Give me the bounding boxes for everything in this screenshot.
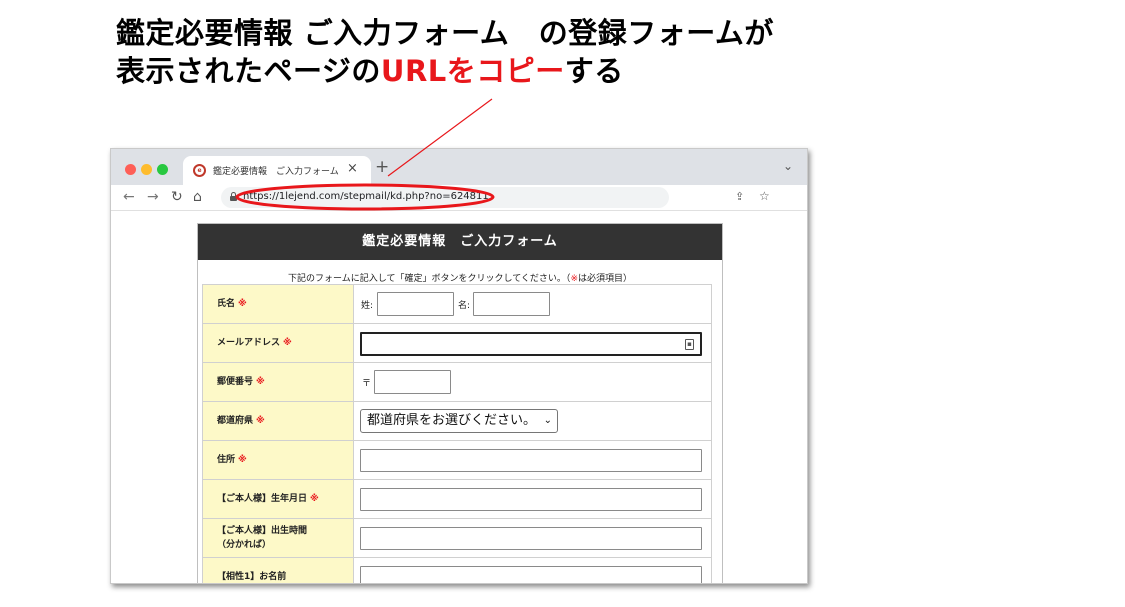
row-birthdate: 【ご本人様】生年月日 ※ [203,480,712,519]
label-postal: 郵便番号 ※ [203,363,354,401]
partner-name-input[interactable] [360,566,702,583]
required-mark: ※ [283,338,292,348]
required-mark: ※ [238,455,247,465]
label-text: 都道府県 [217,416,254,426]
browser-window: e 鑑定必要情報 ご入力フォーム × + ⌄ ← → ↻ ⌂ https://1… [110,148,808,584]
instruction-required-mark: ※ [570,274,578,284]
required-mark: ※ [256,377,265,387]
label-text: 郵便番号 [217,377,254,387]
share-icon[interactable]: ⇪ [735,190,744,203]
chevron-down-icon: ⌄ [543,415,552,426]
navigation-bar: ← → ↻ ⌂ https://1lejend.com/stepmail/kd.… [111,185,807,211]
row-prefecture: 都道府県 ※ 都道府県をお選びください。 ⌄ [203,402,712,441]
tab-title: 鑑定必要情報 ご入力フォーム [213,167,339,177]
label-text: 【相性1】お名前 [217,572,287,582]
row-address: 住所 ※ [203,441,712,480]
row-name: 氏名 ※ 姓: 名: [203,285,712,324]
row-partner-name: 【相性1】お名前 [203,558,712,583]
url-text[interactable]: https://1lejend.com/stepmail/kd.php?no=6… [243,191,489,202]
row-postal: 郵便番号 ※ 〒 [203,363,712,402]
headline-line-2: 表示されたページのURLをコピーする [116,52,774,90]
address-bar[interactable]: https://1lejend.com/stepmail/kd.php?no=6… [221,187,770,208]
value-partner-name [354,558,712,583]
sei-label: 姓: [361,301,374,311]
label-email: メールアドレス ※ [203,324,354,362]
headline-line-1: 鑑定必要情報 ご入力フォーム の登録フォームが [116,16,774,50]
mei-input[interactable] [473,292,550,316]
label-text: 住所 [217,455,236,465]
back-arrow-icon[interactable]: ← [123,188,135,206]
label-birthdate: 【ご本人様】生年月日 ※ [203,480,354,518]
value-address [354,441,712,479]
prefecture-select-value: 都道府県をお選びください。 [367,413,537,428]
row-birthtime: 【ご本人様】出生時間 （分かれば） [203,519,712,558]
required-mark: ※ [238,299,247,309]
form-title: 鑑定必要情報 ご入力フォーム [198,224,722,260]
lock-icon[interactable] [230,192,237,201]
birthdate-input[interactable] [360,488,702,511]
entry-form: 鑑定必要情報 ご入力フォーム 下記のフォームに記入して「確定」ボタンをクリックし… [197,223,723,583]
value-prefecture: 都道府県をお選びください。 ⌄ [354,402,712,440]
close-window-button[interactable] [125,164,136,175]
forward-arrow-icon[interactable]: → [147,188,159,206]
new-tab-button[interactable]: + [375,157,389,177]
email-input[interactable]: ▪ [360,332,702,356]
instruction-tail: は必須項目） [577,274,632,284]
prefecture-select[interactable]: 都道府県をお選びください。 ⌄ [360,409,558,433]
headline-line-2-prefix: 表示されたページの [116,54,381,88]
value-birthtime [354,519,712,557]
mei-label: 名: [458,301,471,311]
star-icon[interactable]: ☆ [759,189,770,203]
value-birthdate [354,480,712,518]
label-partner-name: 【相性1】お名前 [203,558,354,583]
label-address: 住所 ※ [203,441,354,479]
value-name: 姓: 名: [354,285,712,323]
required-mark: ※ [256,416,265,426]
postal-mark: 〒 [362,379,372,389]
headline-highlight: URLをコピー [380,54,565,88]
label-birthtime: 【ご本人様】出生時間 （分かれば） [203,519,354,557]
tab-list-chevron-icon[interactable]: ⌄ [783,159,793,173]
minimize-window-button[interactable] [141,164,152,175]
instruction-main: 下記のフォームに記入して「確定」ボタンをクリックしてください。（ [288,274,571,284]
form-table: 氏名 ※ 姓: 名: メールアドレス ※ ▪ 郵便番号 ※ 〒 都道府県 ※ 都… [202,284,712,583]
birthtime-input[interactable] [360,527,702,550]
sei-input[interactable] [377,292,454,316]
active-tab[interactable]: e 鑑定必要情報 ご入力フォーム × [183,156,371,185]
tab-close-icon[interactable]: × [347,161,358,176]
maximize-window-button[interactable] [157,164,168,175]
contact-card-icon[interactable]: ▪ [685,339,694,350]
headline-line-2-suffix: する [564,54,624,88]
label-text-line-2: （分かれば） [217,540,272,550]
address-input[interactable] [360,449,702,472]
label-name: 氏名 ※ [203,285,354,323]
label-text: 氏名 [217,299,236,309]
label-text: 【ご本人様】生年月日 [217,494,308,504]
tab-bar: e 鑑定必要情報 ご入力フォーム × + ⌄ [111,149,807,185]
instruction-headline: 鑑定必要情報 ご入力フォーム の登録フォームが 表示されたページのURLをコピー… [116,14,774,90]
home-icon[interactable]: ⌂ [193,188,202,206]
label-text-line-1: 【ご本人様】出生時間 [217,526,308,536]
form-instruction: 下記のフォームに記入して「確定」ボタンをクリックしてください。（※は必須項目） [198,271,722,284]
reload-icon[interactable]: ↻ [171,188,183,206]
page-content: 鑑定必要情報 ご入力フォーム 下記のフォームに記入して「確定」ボタンをクリックし… [111,211,807,583]
label-text: メールアドレス [217,338,281,348]
site-favicon-icon: e [193,164,206,177]
label-prefecture: 都道府県 ※ [203,402,354,440]
value-postal: 〒 [354,363,712,401]
postal-code-input[interactable] [374,370,451,394]
required-mark: ※ [310,494,319,504]
row-email: メールアドレス ※ ▪ [203,324,712,363]
value-email: ▪ [354,324,712,362]
